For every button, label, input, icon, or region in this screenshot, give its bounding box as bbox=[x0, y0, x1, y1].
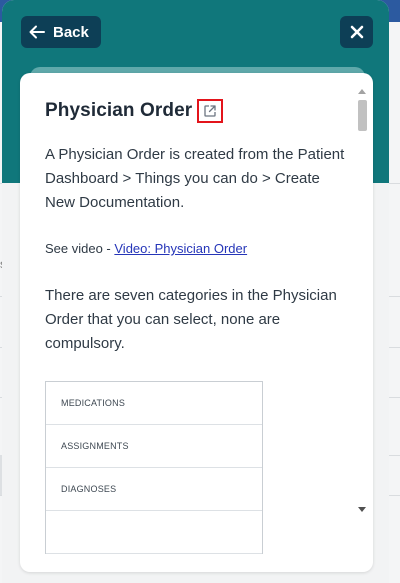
article-title: Physician Order bbox=[45, 100, 193, 121]
intro-paragraph: A Physician Order is created from the Pa… bbox=[45, 146, 345, 211]
video-prefix: See video - bbox=[45, 241, 115, 256]
video-line: See video - Video: Physician Order bbox=[45, 241, 350, 256]
article-content: Physician Order A Physician Order is cre… bbox=[45, 99, 350, 554]
scrollbar-thumb[interactable] bbox=[358, 100, 367, 131]
back-button-label: Back bbox=[53, 23, 89, 41]
scrollbar[interactable] bbox=[356, 85, 368, 517]
table-row: ASSIGNMENTS bbox=[46, 425, 262, 468]
title-row: Physician Order bbox=[45, 99, 350, 123]
open-in-new-window-button[interactable] bbox=[197, 99, 224, 123]
table-row: DIAGNOSES bbox=[46, 468, 262, 511]
categories-table: MEDICATIONS ASSIGNMENTS DIAGNOSES bbox=[45, 381, 263, 554]
scroll-down-arrow-icon[interactable] bbox=[356, 503, 368, 515]
table-row: MEDICATIONS bbox=[46, 382, 262, 425]
close-button[interactable] bbox=[340, 16, 373, 48]
close-icon bbox=[350, 25, 363, 39]
arrow-left-icon bbox=[29, 25, 45, 39]
external-link-icon bbox=[204, 105, 216, 117]
scroll-up-arrow-icon[interactable] bbox=[356, 85, 368, 97]
video-link[interactable]: Video: Physician Order bbox=[114, 241, 247, 256]
categories-paragraph: There are seven categories in the Physic… bbox=[45, 287, 337, 352]
article-card: Physician Order A Physician Order is cre… bbox=[20, 73, 373, 572]
help-panel: Back Physician Order A Physician Order i… bbox=[2, 0, 389, 583]
table-row bbox=[46, 511, 262, 554]
back-button[interactable]: Back bbox=[21, 16, 101, 48]
